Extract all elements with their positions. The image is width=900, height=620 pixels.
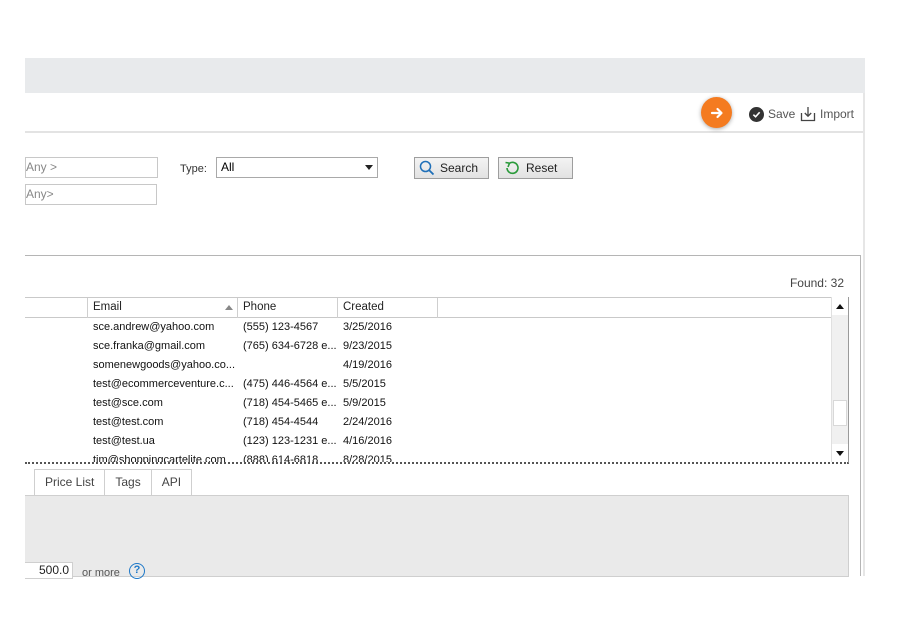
import-label: Import xyxy=(820,107,855,121)
cell-email: somenewgoods@yahoo.co... xyxy=(93,359,236,371)
import-button[interactable]: Import xyxy=(800,105,854,123)
search-icon xyxy=(419,160,435,176)
table-row[interactable]: test@sce.com (718) 454-5465 e... 5/9/201… xyxy=(25,394,831,413)
cell-email: test@test.ua xyxy=(93,435,155,447)
results-table: Email Phone Created sce.andrew@yahoo.com… xyxy=(25,297,849,464)
reset-label: Reset xyxy=(526,161,558,175)
table-row[interactable]: test@test.ua (123) 123-1231 e... 4/16/20… xyxy=(25,432,831,451)
import-icon xyxy=(800,107,816,122)
found-count: Found: 32 xyxy=(789,276,844,290)
type-selected-value: All xyxy=(221,160,235,174)
reset-button[interactable]: Reset xyxy=(498,157,573,179)
detail-tabs: Price List Tags API xyxy=(34,469,193,495)
cell-phone: (718) 454-5465 e... xyxy=(243,397,337,409)
table-row[interactable]: sce.andrew@yahoo.com (555) 123-4567 3/25… xyxy=(25,318,831,337)
filter-panel: Any > Any> Type: All Search Reset xyxy=(25,134,863,254)
next-button[interactable] xyxy=(701,97,732,128)
cell-email: test@test.com xyxy=(93,416,164,428)
cell-email: tim@shoppingcartelite.com xyxy=(93,454,226,464)
help-icon[interactable]: ? xyxy=(129,563,145,579)
column-header-created[interactable]: Created xyxy=(338,298,438,318)
table-row[interactable]: tim@shoppingcartelite.com (888) 614-6818… xyxy=(25,451,831,464)
tab-content-panel: 500.0 or more ? xyxy=(25,495,849,579)
cell-created: 2/24/2016 xyxy=(343,416,392,428)
table-row[interactable]: test@ecommerceventure.c... (475) 446-456… xyxy=(25,375,831,394)
scroll-up-button[interactable] xyxy=(832,297,848,315)
cell-created: 5/5/2015 xyxy=(343,378,386,390)
scroll-thumb[interactable] xyxy=(833,400,847,426)
cell-email: sce.andrew@yahoo.com xyxy=(93,321,215,333)
sort-ascending-icon xyxy=(225,305,233,310)
cell-phone: (123) 123-1231 e... xyxy=(243,435,337,447)
search-label: Search xyxy=(440,161,479,175)
cell-email: test@ecommerceventure.c... xyxy=(93,378,234,390)
cell-phone: (888) 614-6818 xyxy=(243,454,319,464)
cell-created: 4/19/2016 xyxy=(343,359,392,371)
results-panel: Found: 32 Email Phone Created sce.andrew… xyxy=(25,255,861,579)
table-row[interactable]: somenewgoods@yahoo.co... 4/19/2016 xyxy=(25,356,831,375)
column-header-email[interactable]: Email xyxy=(88,298,238,318)
amount-input[interactable]: 500.0 xyxy=(25,562,73,579)
chevron-down-icon xyxy=(836,450,844,456)
cell-created: 8/28/2015 xyxy=(343,454,392,464)
vertical-scrollbar[interactable] xyxy=(831,297,848,462)
check-circle-icon xyxy=(749,106,764,122)
table-row[interactable]: test@test.com (718) 454-4544 2/24/2016 xyxy=(25,413,831,432)
reset-icon xyxy=(505,161,519,175)
column-header-blank[interactable] xyxy=(25,298,88,318)
search-button[interactable]: Search xyxy=(414,157,489,179)
table-header: Email Phone Created xyxy=(25,297,831,318)
chevron-up-icon xyxy=(836,303,844,309)
cell-phone: (555) 123-4567 xyxy=(243,321,319,333)
tab-api[interactable]: API xyxy=(150,469,193,495)
right-edge-border xyxy=(863,93,865,576)
table-body: sce.andrew@yahoo.com (555) 123-4567 3/25… xyxy=(25,318,831,464)
cell-phone: (475) 446-4564 e... xyxy=(243,378,337,390)
type-label: Type: xyxy=(180,163,207,175)
scroll-down-button[interactable] xyxy=(832,444,848,462)
or-more-label: or more xyxy=(82,567,120,579)
cell-created: 5/9/2015 xyxy=(343,397,386,409)
save-label: Save xyxy=(768,107,796,121)
cell-created: 3/25/2016 xyxy=(343,321,392,333)
cell-phone: (718) 454-4544 xyxy=(243,416,319,428)
cell-created: 4/16/2016 xyxy=(343,435,392,447)
cell-phone xyxy=(243,356,339,375)
type-select[interactable]: All xyxy=(216,157,378,178)
cell-email: sce.franka@gmail.com xyxy=(93,340,206,352)
cell-created: 9/23/2015 xyxy=(343,340,392,352)
save-button[interactable]: Save xyxy=(749,105,795,123)
cell-phone: (765) 634-6728 e... xyxy=(243,340,337,352)
dropdown-arrow-icon xyxy=(365,165,373,170)
table-row[interactable]: sce.franka@gmail.com (765) 634-6728 e...… xyxy=(25,337,831,356)
tab-price-list[interactable]: Price List xyxy=(34,469,106,495)
cell-email: test@sce.com xyxy=(93,397,163,409)
arrow-right-icon xyxy=(710,107,723,118)
toolbar: Save Import xyxy=(25,93,863,133)
top-gray-bar xyxy=(25,58,865,93)
tab-tags[interactable]: Tags xyxy=(104,469,152,495)
filter-field-1[interactable]: Any > xyxy=(25,157,158,178)
column-header-phone[interactable]: Phone xyxy=(238,298,338,318)
filter-field-2[interactable]: Any> xyxy=(25,184,157,205)
